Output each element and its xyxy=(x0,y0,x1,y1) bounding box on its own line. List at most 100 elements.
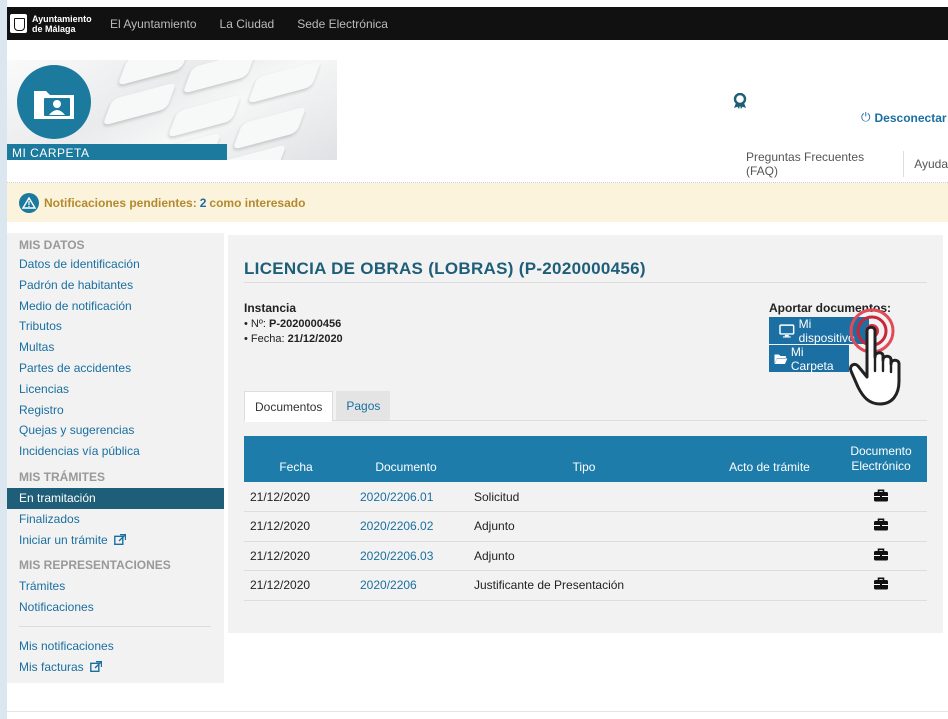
case-detail-panel: LICENCIA DE OBRAS (LOBRAS) (P-2020000456… xyxy=(228,235,943,633)
fecha-label: Fecha: xyxy=(250,333,285,345)
briefcase-icon[interactable] xyxy=(873,489,889,502)
document-link[interactable]: 2020/2206 xyxy=(348,570,464,601)
upload-from-mi-carpeta-button[interactable]: Mi Carpeta xyxy=(769,344,849,373)
cell-tipo: Adjunto xyxy=(464,511,704,542)
logout-link[interactable]: ⏻ Desconectar xyxy=(861,110,947,125)
cell-electronic-document xyxy=(835,570,927,601)
divider xyxy=(903,151,905,177)
logo-line-2: de Málaga xyxy=(32,23,76,34)
cell-acto xyxy=(704,541,835,571)
sidebar-item-mis-facturas[interactable]: Mis facturas xyxy=(7,657,224,678)
faq-link[interactable]: Preguntas Frecuentes (FAQ) xyxy=(746,150,893,178)
cell-tipo: Adjunto xyxy=(464,541,704,571)
sidebar: MIS DATOS Datos de identificación Padrón… xyxy=(7,233,224,683)
notifications-alert[interactable]: Notificaciones pendientes: 2 como intere… xyxy=(7,183,948,222)
header-line-1: Documento xyxy=(850,444,912,458)
sidebar-item-multas[interactable]: Multas xyxy=(7,337,224,358)
mi-carpeta-banner[interactable]: MI CARPETA xyxy=(7,60,337,160)
cell-acto xyxy=(704,482,835,512)
cell-acto xyxy=(704,570,835,601)
document-link[interactable]: 2020/2206.02 xyxy=(348,511,464,542)
banner-label: MI CARPETA xyxy=(12,146,90,160)
keyboard-key xyxy=(182,60,257,94)
table-header-row: Fecha Documento Tipo Acto de trámite Doc… xyxy=(244,436,927,482)
document-link[interactable]: 2020/2206.03 xyxy=(348,541,464,571)
folder-user-icon xyxy=(17,65,91,139)
top-navbar: Ayuntamiento de Málaga El Ayuntamiento L… xyxy=(7,7,948,40)
cell-tipo: Justificante de Presentación xyxy=(464,570,704,601)
click-hand-cursor-icon xyxy=(842,305,922,415)
sidebar-item-mis-notificaciones[interactable]: Mis notificaciones xyxy=(7,636,224,657)
keyboard-key xyxy=(102,82,177,126)
column-header-fecha: Fecha xyxy=(244,436,348,482)
cell-electronic-document xyxy=(835,482,927,512)
tab-documentos[interactable]: Documentos xyxy=(244,391,334,422)
alert-suffix: como interesado xyxy=(209,195,306,210)
logo-text: Ayuntamiento de Málaga xyxy=(32,14,102,34)
alert-count[interactable]: 2 xyxy=(200,196,207,210)
sidebar-item-partes-accidentes[interactable]: Partes de accidentes xyxy=(7,358,224,379)
title-divider xyxy=(244,282,927,283)
page-left-edge xyxy=(0,0,7,719)
sidebar-item-tramites[interactable]: Trámites xyxy=(7,576,224,597)
sidebar-item-padron[interactable]: Padrón de habitantes xyxy=(7,275,224,296)
certificate-award-icon[interactable] xyxy=(733,92,747,114)
city-logo[interactable]: Ayuntamiento de Málaga xyxy=(10,14,110,34)
sidebar-item-registro[interactable]: Registro xyxy=(7,400,224,421)
table-row: 21/12/2020 2020/2206 Justificante de Pre… xyxy=(244,570,927,601)
sidebar-item-medio-notificacion[interactable]: Medio de notificación xyxy=(7,296,224,317)
numero-row: • Nº: P-2020000456 xyxy=(244,318,342,330)
sidebar-divider xyxy=(19,625,211,627)
monitor-icon xyxy=(779,323,795,338)
nav-sede-electronica[interactable]: Sede Electrónica xyxy=(297,17,388,31)
external-link-icon xyxy=(90,658,103,679)
power-icon: ⏻ xyxy=(861,110,871,124)
instancia-label: Instancia xyxy=(244,301,297,315)
sidebar-item-en-tramitacion[interactable]: En tramitación xyxy=(7,487,224,509)
numero-value: P-2020000456 xyxy=(269,318,342,330)
cell-tipo: Solicitud xyxy=(464,482,704,512)
banner-band: MI CARPETA xyxy=(7,144,227,160)
sidebar-heading-mis-tramites: MIS TRÁMITES xyxy=(19,469,105,484)
sidebar-item-label: Mis facturas xyxy=(19,659,84,674)
fecha-row: • Fecha: 21/12/2020 xyxy=(244,333,343,345)
document-link[interactable]: 2020/2206.01 xyxy=(348,482,464,512)
warning-icon xyxy=(19,192,39,213)
cell-acto xyxy=(704,511,835,542)
sidebar-item-licencias[interactable]: Licencias xyxy=(7,379,224,400)
tab-pagos[interactable]: Pagos xyxy=(336,391,391,420)
upload-folder-label: Mi Carpeta xyxy=(790,344,834,373)
nav-la-ciudad[interactable]: La Ciudad xyxy=(220,17,275,31)
sidebar-item-quejas[interactable]: Quejas y sugerencias xyxy=(7,420,224,441)
shield-icon xyxy=(10,14,27,33)
logout-label: Desconectar xyxy=(874,110,947,125)
cell-fecha: 21/12/2020 xyxy=(244,482,348,512)
cell-fecha: 21/12/2020 xyxy=(244,570,348,601)
tab-bar: Documentos Pagos xyxy=(244,391,927,422)
briefcase-icon[interactable] xyxy=(873,518,889,531)
sidebar-item-tributos[interactable]: Tributos xyxy=(7,316,224,337)
column-header-documento-electronico: Documento Electrónico xyxy=(835,436,927,482)
documents-table: Fecha Documento Tipo Acto de trámite Doc… xyxy=(244,436,927,601)
sidebar-item-notificaciones[interactable]: Notificaciones xyxy=(7,597,224,618)
logo-line-1: Ayuntamiento xyxy=(32,13,92,24)
numero-label: Nº: xyxy=(250,318,266,330)
sidebar-item-incidencias[interactable]: Incidencias vía pública xyxy=(7,441,224,462)
footer-divider xyxy=(7,711,948,712)
briefcase-icon[interactable] xyxy=(873,577,889,590)
cell-electronic-document xyxy=(835,511,927,542)
page-title: LICENCIA DE OBRAS (LOBRAS) (P-2020000456… xyxy=(244,259,646,278)
top-nav: El Ayuntamiento La Ciudad Sede Electróni… xyxy=(110,17,411,31)
sidebar-item-iniciar-tramite[interactable]: Iniciar un trámite xyxy=(7,530,224,551)
column-header-tipo: Tipo xyxy=(464,436,704,482)
sidebar-item-finalizados[interactable]: Finalizados xyxy=(7,509,224,530)
sidebar-heading-mis-datos: MIS DATOS xyxy=(19,238,85,252)
keyboard-key xyxy=(232,106,307,150)
nav-el-ayuntamiento[interactable]: El Ayuntamiento xyxy=(110,17,197,31)
briefcase-icon[interactable] xyxy=(873,548,889,561)
external-link-icon xyxy=(114,531,127,552)
cell-fecha: 21/12/2020 xyxy=(244,511,348,542)
sidebar-item-datos-identificacion[interactable]: Datos de identificación xyxy=(7,254,224,275)
fecha-value: 21/12/2020 xyxy=(287,333,343,345)
help-link[interactable]: Ayuda xyxy=(914,157,948,171)
